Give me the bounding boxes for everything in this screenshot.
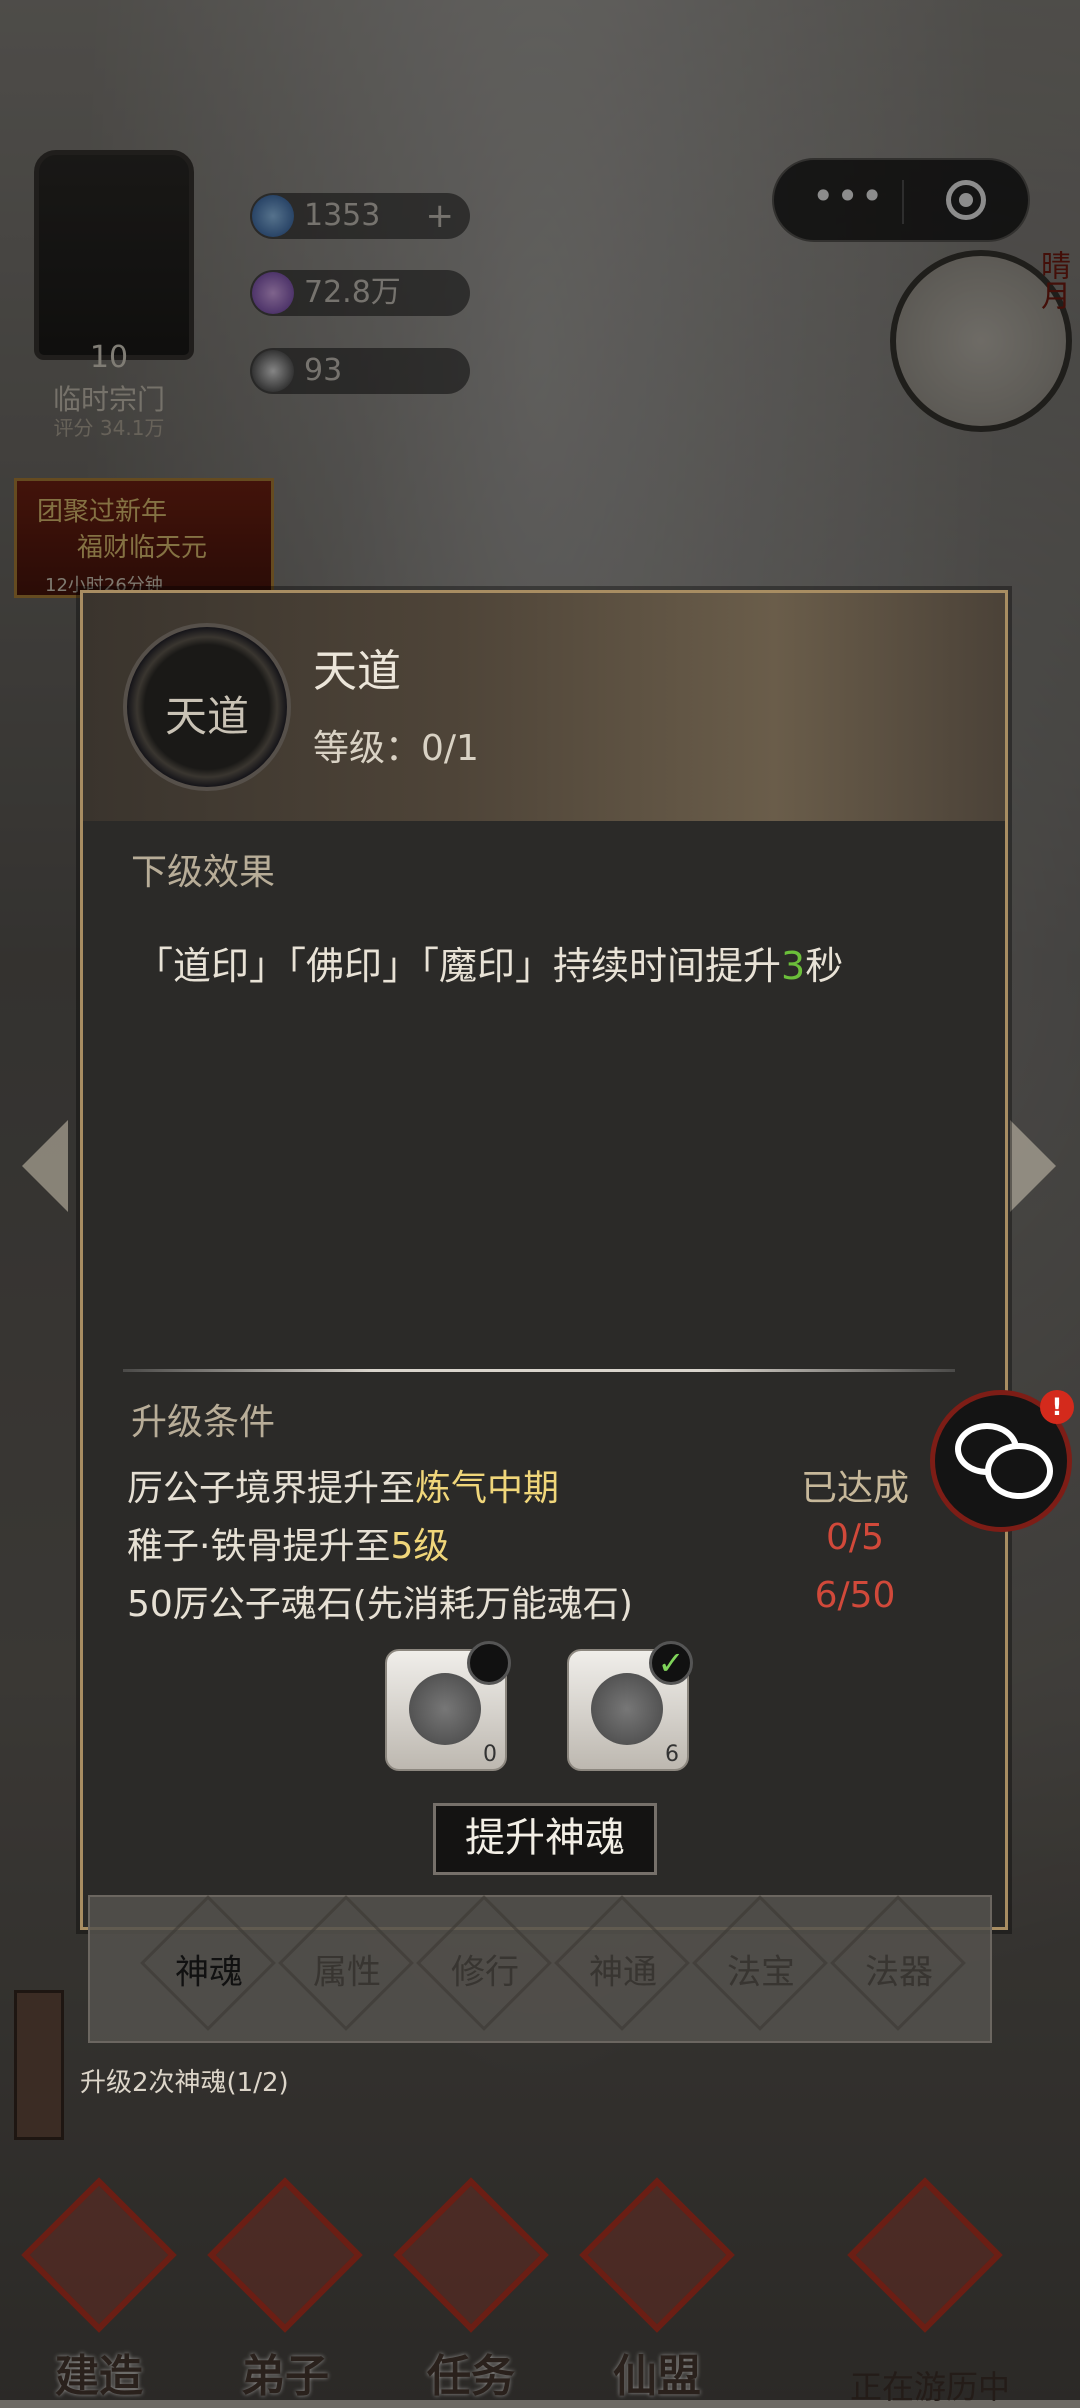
chat-alert-badge: ! bbox=[1040, 1390, 1074, 1424]
condition-highlight: 炼气中期 bbox=[415, 1468, 560, 1509]
nav-build[interactable]: 建造 bbox=[14, 2177, 184, 2402]
tab-label: 法宝 bbox=[727, 1952, 796, 1993]
nav-label: 任务 bbox=[427, 2351, 515, 2402]
previous-arrow-icon[interactable] bbox=[22, 1120, 68, 1212]
universal-soul-stone-item[interactable]: ✓ 6 bbox=[567, 1641, 693, 1771]
condition-row: 50厉公子魂石(先消耗万能魂石) 6/50 bbox=[127, 1575, 945, 1631]
tab-label: 属性 bbox=[313, 1952, 382, 1993]
upgrade-soul-button[interactable]: 提升神魂 bbox=[433, 1803, 657, 1875]
alliance-icon bbox=[579, 2177, 735, 2333]
effect-suffix: 秒 bbox=[805, 944, 844, 988]
tab-label: 修行 bbox=[451, 1952, 520, 1993]
quest-tracker[interactable]: 升级2次神魂(1/2) bbox=[14, 1990, 374, 2140]
disciples-icon bbox=[207, 2177, 363, 2333]
quest-text: 升级2次神魂(1/2) bbox=[80, 2068, 289, 2098]
tab-divine-power[interactable]: 神通 bbox=[554, 1895, 690, 2031]
build-icon bbox=[21, 2177, 177, 2333]
section-divider bbox=[123, 1369, 955, 1372]
tab-cultivation[interactable]: 修行 bbox=[416, 1895, 552, 2031]
character-portrait-icon bbox=[409, 1673, 481, 1745]
condition-text: 50厉公子魂石(先消耗万能魂石) bbox=[127, 1584, 633, 1625]
nav-label: 建造 bbox=[55, 2351, 143, 2402]
soul-stone-item[interactable]: 0 bbox=[385, 1641, 511, 1771]
nav-label: 仙盟 bbox=[613, 2351, 701, 2402]
tab-label: 神魂 bbox=[175, 1952, 244, 1993]
skill-emblem: 天道 bbox=[123, 623, 291, 791]
nav-travel[interactable]: 正在游历中 bbox=[820, 2177, 1040, 2406]
condition-state: 已达成 bbox=[800, 1468, 909, 1509]
tasks-icon bbox=[393, 2177, 549, 2333]
item-count: 0 bbox=[483, 1742, 497, 1767]
travel-icon bbox=[847, 2177, 1003, 2333]
question-mark-icon bbox=[591, 1673, 663, 1745]
condition-state: 6/50 bbox=[814, 1575, 896, 1616]
upgrade-conditions-label: 升级条件 bbox=[131, 1402, 276, 1443]
nav-alliance[interactable]: 仙盟 bbox=[572, 2177, 742, 2402]
nav-tasks[interactable]: 任务 bbox=[386, 2177, 556, 2402]
nav-label: 弟子 bbox=[241, 2351, 329, 2402]
condition-state: 0/5 bbox=[826, 1517, 884, 1558]
emblem-label: 天道 bbox=[164, 692, 249, 741]
condition-row: 厉公子境界提升至炼气中期 已达成 bbox=[127, 1459, 945, 1515]
unchecked-badge-icon bbox=[467, 1641, 511, 1685]
tab-artifact[interactable]: 法器 bbox=[830, 1895, 966, 2031]
panel-header: 天道 天道 等级：0/1 bbox=[83, 593, 1005, 821]
condition-highlight: 5级 bbox=[390, 1526, 450, 1567]
chat-icon-secondary bbox=[985, 1443, 1053, 1499]
scroll-icon bbox=[14, 1990, 64, 2140]
condition-text: 厉公子境界提升至 bbox=[127, 1468, 416, 1509]
tab-treasure[interactable]: 法宝 bbox=[692, 1895, 828, 2031]
bottom-nav: 建造 弟子 任务 仙盟 正在游历中 bbox=[0, 2160, 1080, 2406]
next-arrow-icon[interactable] bbox=[1010, 1120, 1056, 1212]
tab-label: 神通 bbox=[589, 1952, 658, 1993]
travel-status: 正在游历中 bbox=[849, 2368, 1010, 2406]
next-effect-label: 下级效果 bbox=[131, 852, 276, 893]
effect-value: 3 bbox=[781, 944, 806, 988]
tab-label: 法器 bbox=[865, 1952, 934, 1993]
effect-prefix: 「道印」「佛印」「魔印」持续时间提升 bbox=[135, 944, 782, 988]
item-count: 6 bbox=[665, 1742, 679, 1767]
soul-upgrade-panel: 天道 天道 等级：0/1 下级效果 「道印」「佛印」「魔印」持续时间提升3秒 升… bbox=[80, 590, 1008, 1930]
next-effect-text: 「道印」「佛印」「魔印」持续时间提升3秒 bbox=[135, 935, 843, 990]
skill-level: 等级：0/1 bbox=[313, 728, 479, 769]
condition-row: 稚子·铁骨提升至5级 0/5 bbox=[127, 1517, 945, 1573]
skill-title: 天道 bbox=[313, 646, 401, 697]
check-badge-icon: ✓ bbox=[649, 1641, 693, 1685]
condition-text: 稚子·铁骨提升至 bbox=[127, 1526, 391, 1567]
nav-disciples[interactable]: 弟子 bbox=[200, 2177, 370, 2402]
